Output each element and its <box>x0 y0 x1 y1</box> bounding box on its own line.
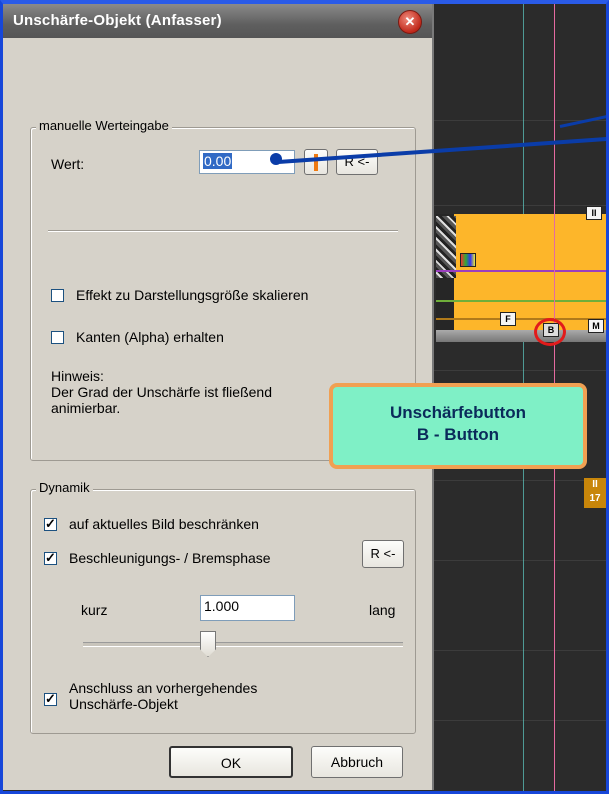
screenshot-frame <box>0 0 609 794</box>
